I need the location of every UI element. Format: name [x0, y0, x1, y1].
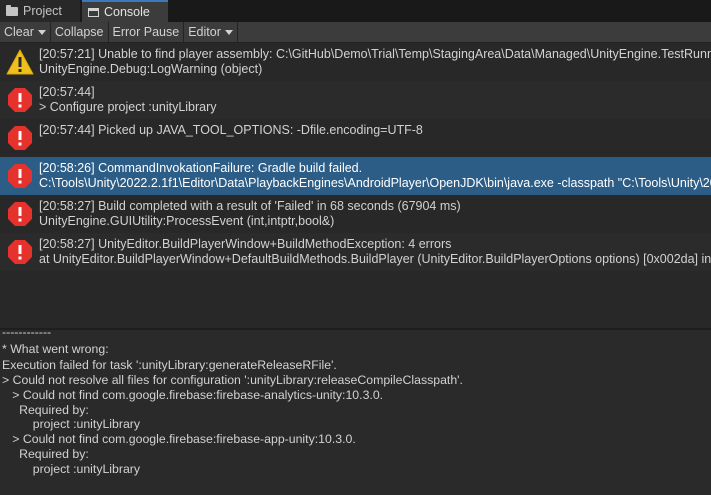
log-entry-error-selected[interactable]: [20:58:26] CommandInvokationFailure: Gra… [0, 157, 711, 195]
log-entry-error[interactable]: [20:58:27] Build completed with a result… [0, 195, 711, 233]
log-entry-line2: at UnityEditor.BuildPlayerWindow+Default… [39, 252, 711, 266]
detail-line: Required by: [2, 403, 89, 417]
log-entry-line1: [20:58:27] Build completed with a result… [39, 199, 461, 213]
log-entry-line1: [20:58:27] UnityEditor.BuildPlayerWindow… [39, 237, 452, 251]
chevron-down-icon[interactable] [37, 29, 46, 35]
clear-button[interactable]: Clear [0, 22, 51, 42]
log-entry-line2: C:\Tools\Unity\2022.2.1f1\Editor\Data\Pl… [39, 176, 711, 190]
log-icon-wrap [6, 125, 34, 153]
detail-line: project :unityLibrary [2, 462, 141, 476]
error-icon [8, 202, 32, 226]
log-entry-warning[interactable]: [20:57:21] Unable to find player assembl… [0, 43, 711, 81]
unity-console-window: Project Console Clear Collapse Error Pau… [0, 0, 711, 495]
tab-console-label: Console [104, 5, 150, 19]
tab-console[interactable]: Console [82, 0, 168, 22]
log-entry-line2: UnityEngine.Debug:LogWarning (object) [39, 62, 263, 76]
log-entry-text: [20:57:44] Picked up JAVA_TOOL_OPTIONS: … [39, 123, 423, 138]
log-entry-line2: UnityEngine.GUIUtility:ProcessEvent (int… [39, 214, 335, 228]
log-icon-wrap [6, 87, 34, 115]
error-icon [8, 240, 32, 264]
tab-project[interactable]: Project [0, 0, 81, 22]
tab-project-label: Project [23, 4, 62, 18]
console-icon [88, 7, 99, 17]
log-entry-line2: > Configure project :unityLibrary [39, 100, 217, 114]
tab-strip: Project Console [0, 0, 711, 22]
error-icon [8, 88, 32, 112]
log-entry-text: [20:58:27] UnityEditor.BuildPlayerWindow… [39, 237, 711, 267]
error-icon [8, 126, 32, 150]
log-entry-line1: [20:58:26] CommandInvokationFailure: Gra… [39, 161, 363, 175]
log-entry-error[interactable]: [20:58:27] UnityEditor.BuildPlayerWindow… [0, 233, 711, 271]
detail-line: > Could not find com.google.firebase:fir… [2, 432, 356, 446]
log-entry-line1: [20:57:21] Unable to find player assembl… [39, 47, 711, 61]
log-icon-wrap [6, 239, 34, 267]
detail-line: ------------ [2, 330, 52, 339]
error-icon [8, 164, 32, 188]
log-entry-error[interactable]: [20:57:44] Picked up JAVA_TOOL_OPTIONS: … [0, 119, 711, 157]
log-detail-pane[interactable]: ------------ * What went wrong: Executio… [0, 330, 711, 495]
log-entry-text: [20:57:21] Unable to find player assembl… [39, 47, 711, 77]
editor-dropdown[interactable]: Editor [184, 22, 238, 42]
log-entry-error[interactable]: [20:57:44] > Configure project :unityLib… [0, 81, 711, 119]
warning-icon [6, 49, 34, 75]
log-entry-text: [20:58:26] CommandInvokationFailure: Gra… [39, 161, 711, 191]
log-entry-line1: [20:57:44] [39, 85, 95, 99]
chevron-down-icon [224, 29, 233, 35]
detail-line: project :unityLibrary [2, 417, 141, 431]
log-entry-text: [20:58:27] Build completed with a result… [39, 199, 461, 229]
collapse-button-label: Collapse [54, 25, 104, 39]
console-toolbar: Clear Collapse Error Pause Editor [0, 22, 711, 43]
log-list[interactable]: [20:57:21] Unable to find player assembl… [0, 43, 711, 328]
collapse-button[interactable]: Collapse [51, 22, 109, 42]
clear-button-label: Clear [4, 25, 34, 39]
log-icon-wrap [6, 49, 34, 77]
detail-line: > Could not find com.google.firebase:fir… [2, 388, 384, 402]
log-entry-text: [20:57:44] > Configure project :unityLib… [39, 85, 217, 115]
log-icon-wrap [6, 163, 34, 191]
folder-icon [6, 4, 18, 16]
error-pause-button[interactable]: Error Pause [109, 22, 185, 42]
detail-line: Execution failed for task ':unityLibrary… [2, 358, 337, 372]
detail-line: > Could not resolve all files for config… [2, 373, 463, 387]
detail-line: * What went wrong: [2, 342, 109, 356]
error-pause-button-label: Error Pause [112, 25, 180, 39]
detail-line: Required by: [2, 447, 89, 461]
log-icon-wrap [6, 201, 34, 229]
editor-dropdown-label: Editor [188, 25, 221, 39]
log-entry-line1: [20:57:44] Picked up JAVA_TOOL_OPTIONS: … [39, 123, 423, 137]
